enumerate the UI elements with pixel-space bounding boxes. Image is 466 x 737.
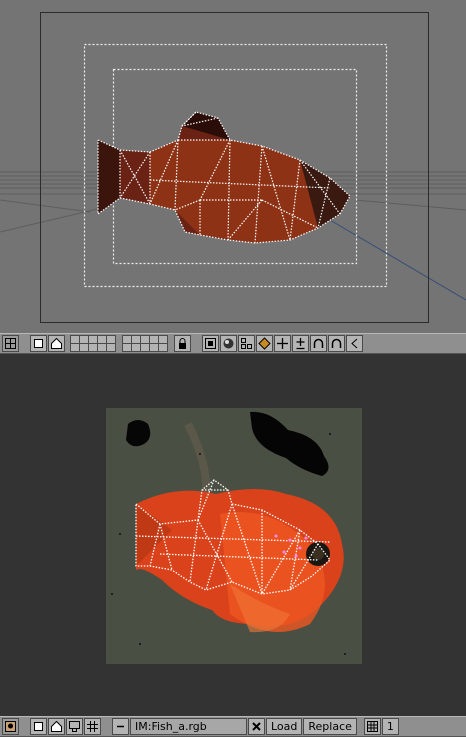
3d-viewport[interactable] — [0, 0, 466, 333]
image-name-text: IM:Fish_a.rgb — [135, 720, 207, 733]
image-window[interactable] — [0, 354, 466, 716]
camera-view-canvas — [0, 12, 466, 323]
image-window-header: IM:Fish_a.rgb Load Replace 1 — [0, 716, 466, 737]
window-type-icon[interactable] — [2, 335, 19, 352]
3d-view-header — [0, 333, 466, 354]
grid-icon[interactable] — [84, 718, 101, 735]
zoom-value: 1 — [386, 720, 394, 733]
image-browse-icon[interactable] — [112, 718, 129, 735]
close-icon[interactable] — [248, 718, 265, 735]
proportional-icon[interactable] — [238, 335, 255, 352]
load-button-label: Load — [271, 720, 298, 733]
zoom-field[interactable]: 1 — [381, 718, 399, 735]
axis-line — [329, 219, 466, 301]
draw-type-icon[interactable] — [202, 335, 219, 352]
snap-icon[interactable] — [256, 335, 273, 352]
scale-icon[interactable] — [292, 335, 309, 352]
home-icon[interactable] — [48, 335, 65, 352]
translate-icon[interactable] — [274, 335, 291, 352]
fullscreen-icon[interactable] — [30, 718, 47, 735]
fish-mesh[interactable] — [97, 111, 351, 244]
rotate-icon[interactable] — [310, 335, 327, 352]
tile-icon[interactable] — [363, 718, 381, 735]
uv-canvas — [106, 408, 362, 664]
shading-icon[interactable] — [220, 335, 237, 352]
home-icon[interactable] — [48, 718, 65, 735]
fullscreen-icon[interactable] — [30, 335, 47, 352]
image-name-field[interactable]: IM:Fish_a.rgb — [130, 718, 247, 735]
replace-button-label: Replace — [308, 720, 352, 733]
image-window-type-icon[interactable] — [2, 718, 19, 735]
rotate-icon[interactable] — [328, 335, 345, 352]
layer-buttons[interactable] — [70, 335, 174, 352]
view-icon[interactable] — [66, 718, 83, 735]
fish-texture-image — [106, 408, 362, 664]
chevron-left-icon[interactable] — [346, 335, 363, 352]
replace-button[interactable]: Replace — [303, 718, 357, 735]
lock-icon[interactable] — [174, 335, 191, 352]
load-button[interactable]: Load — [266, 718, 303, 735]
